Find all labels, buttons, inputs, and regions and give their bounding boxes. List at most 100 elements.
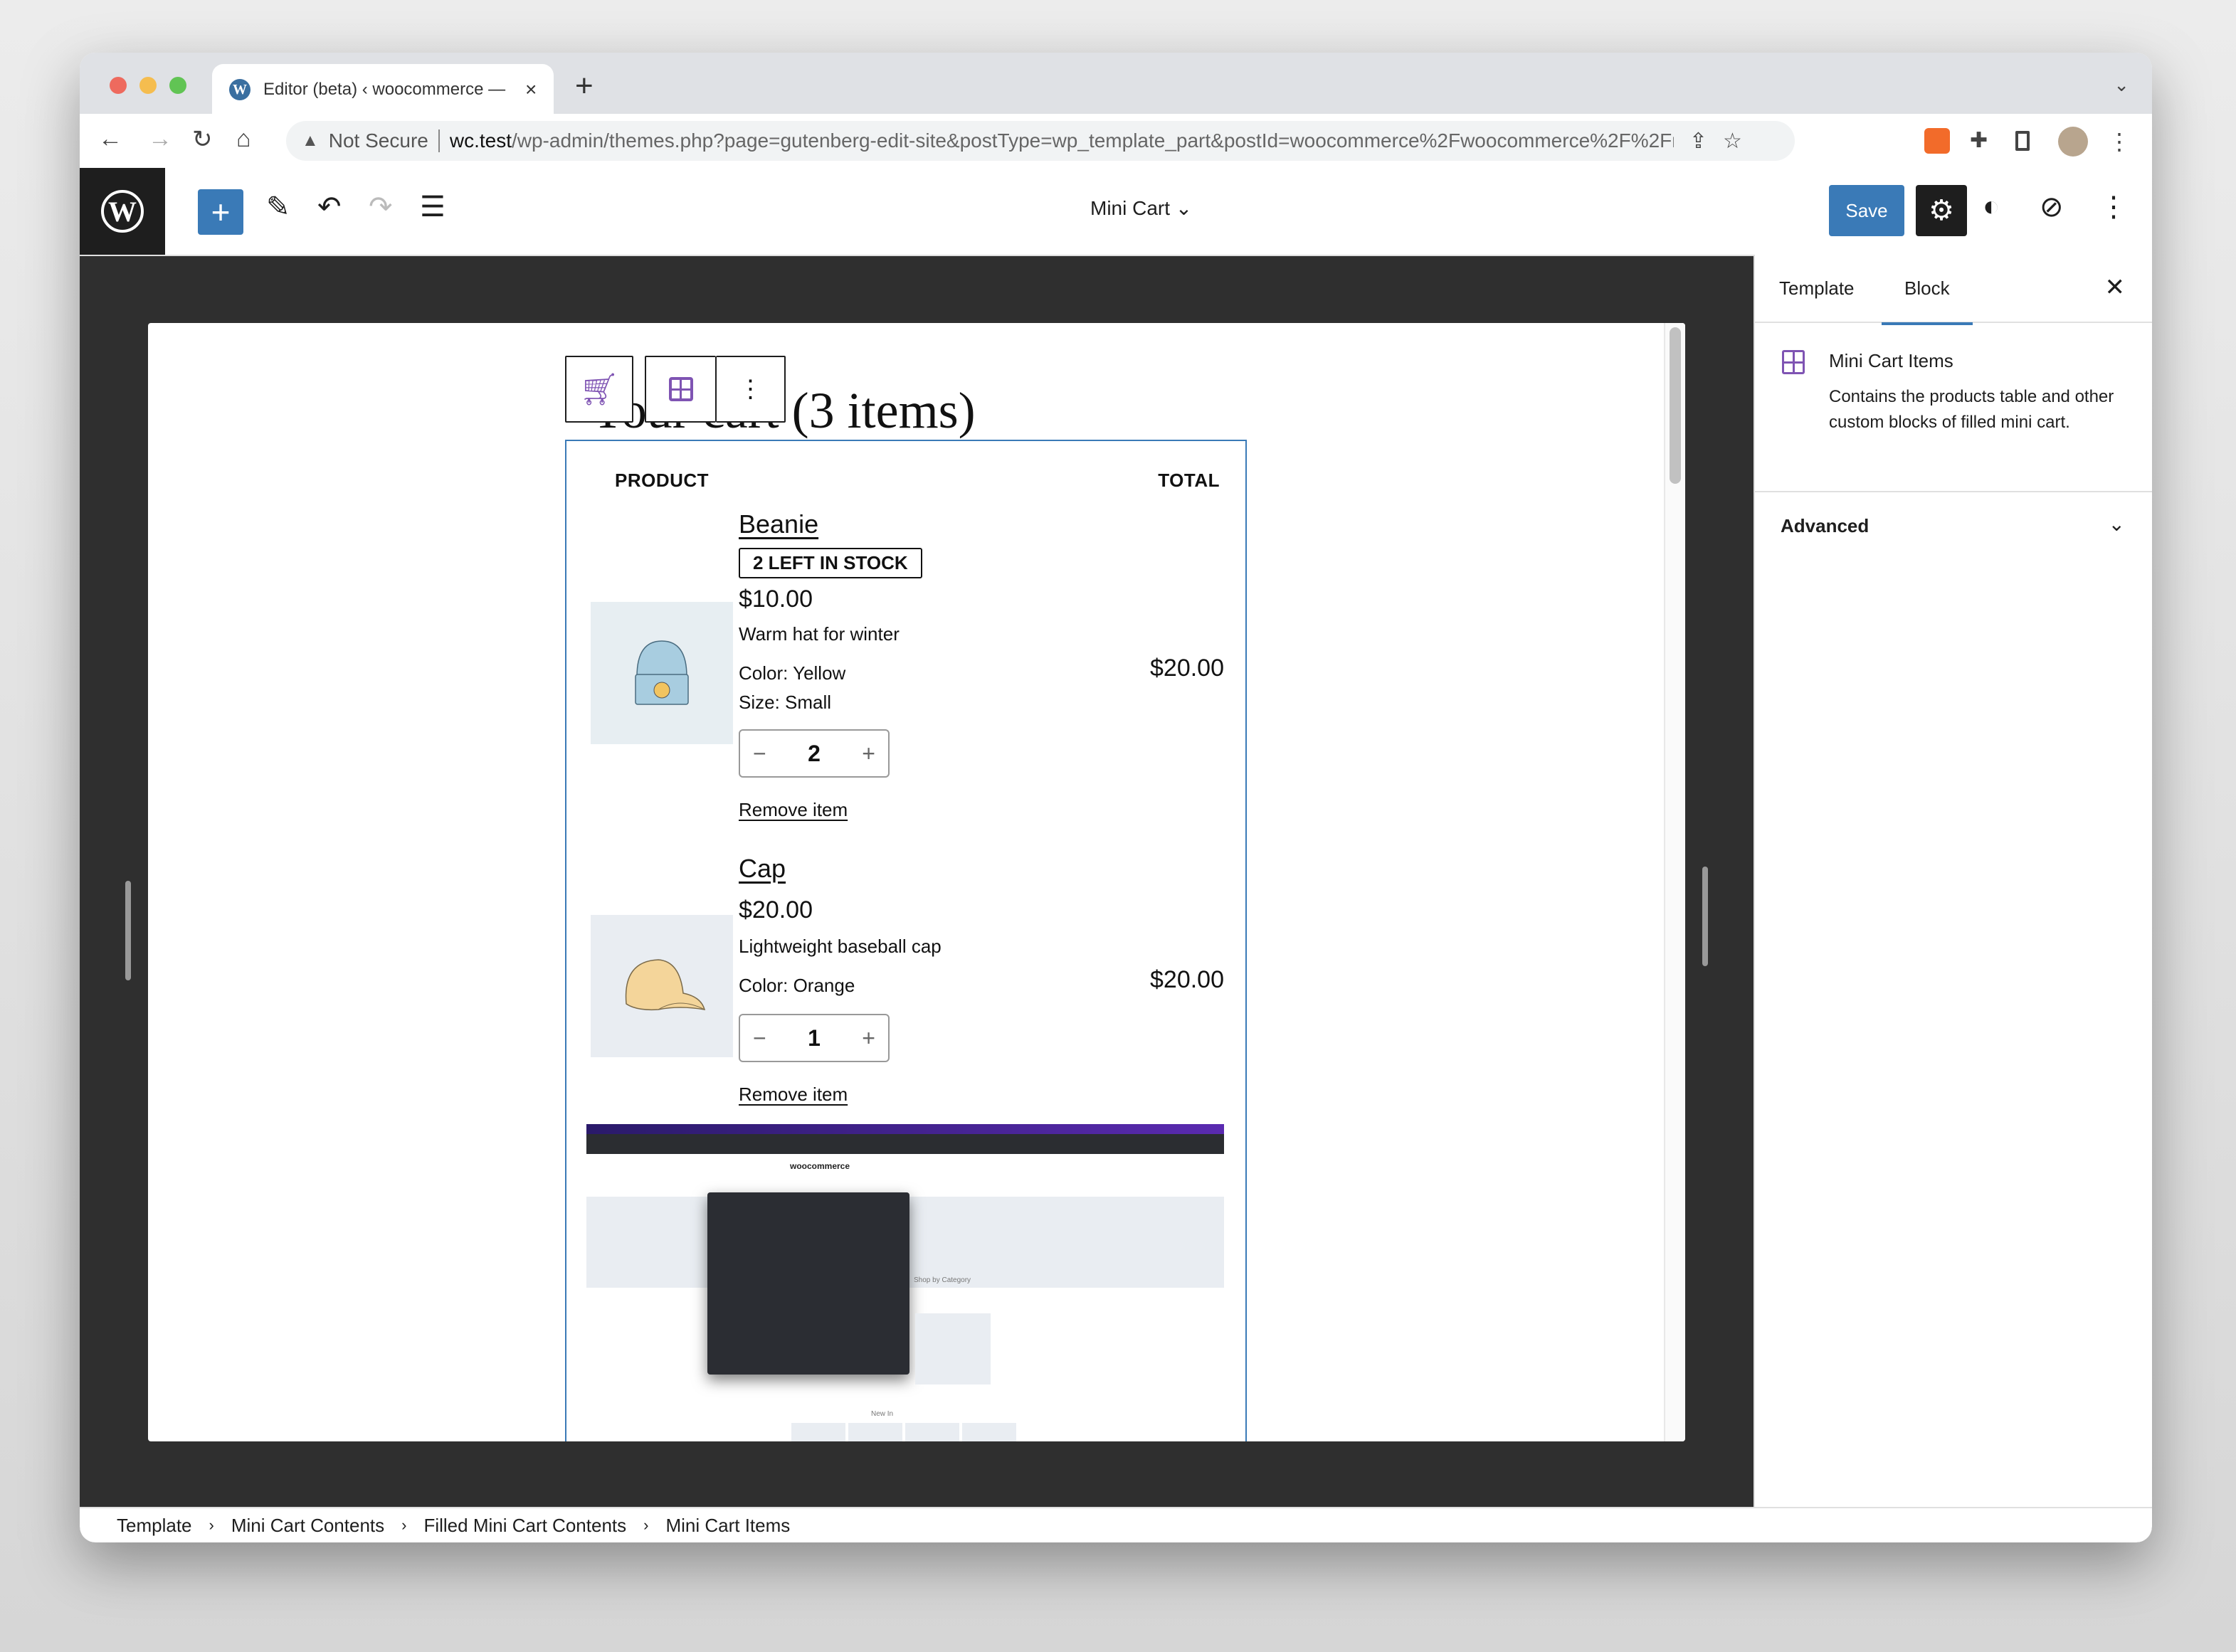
back-icon[interactable]: ← [98,125,122,153]
quantity-value[interactable]: 2 [808,741,821,767]
profile-avatar[interactable] [2058,127,2088,157]
puzzle-extensions-icon[interactable]: ✚ [1970,128,1995,154]
more-vertical-icon: ⋮ [738,376,763,403]
redo-icon[interactable]: ↷ [369,191,393,223]
product-name-link[interactable]: Beanie [739,509,922,539]
tab-close-icon[interactable]: × [525,78,537,101]
url-host: wc.test [449,129,512,152]
block-card: Mini Cart Items Contains the products ta… [1755,323,2152,492]
canvas-resize-handle-left[interactable] [125,881,131,980]
save-button[interactable]: Save [1829,185,1904,236]
product-price: $10.00 [739,586,813,613]
quantity-stepper: − 2 + [739,729,890,778]
new-in-heading: New In [871,1410,894,1418]
wordpress-logo-icon[interactable]: W [80,168,165,255]
quantity-value[interactable]: 1 [808,1025,821,1052]
close-icon[interactable]: ✕ [2105,273,2126,302]
tab-title: Editor (beta) ‹ woocommerce — [263,80,506,99]
browser-tab[interactable]: W Editor (beta) ‹ woocommerce — × [212,64,554,115]
url-path: /wp-admin/themes.php?page=gutenberg-edit… [511,129,1674,152]
block-description: Contains the products table and other cu… [1829,387,2114,432]
cart-item: Cap $20.00 Lightweight baseball cap Colo… [591,854,1224,1117]
tab-template[interactable]: Template [1779,277,1855,300]
canvas-resize-handle-right[interactable] [1702,867,1708,966]
block-options-button[interactable]: ⋮ [716,356,786,423]
product-name-link[interactable]: Cap [739,854,942,884]
forward-icon[interactable]: → [148,125,172,153]
scrollbar-thumb[interactable] [1670,327,1681,484]
tab-strip: W Editor (beta) ‹ woocommerce — × + ⌄ [80,53,2152,115]
sidebar-tabs: Template Block ✕ [1755,255,2152,325]
cap-illustration [625,959,706,1011]
advanced-label: Advanced [1781,515,1870,536]
increase-quantity-button[interactable]: + [862,741,875,767]
remove-item-link[interactable]: Remove item [739,799,922,821]
reload-icon[interactable]: ↻ [192,125,213,154]
breadcrumb-item[interactable]: Mini Cart Contents [231,1515,384,1537]
options-menu-icon[interactable]: ⋮ [2099,191,2128,223]
new-tab-button[interactable]: + [575,68,594,104]
cap-product-image[interactable] [591,915,733,1057]
increase-quantity-button[interactable]: + [862,1025,875,1052]
settings-sidebar: Template Block ✕ Mini Cart Items Contain… [1754,255,2152,1511]
block-toolbar: 🛒︎ ⋮ [565,356,786,423]
divider [438,129,440,152]
close-window-button[interactable] [110,77,127,94]
block-title: Mini Cart Items [1829,350,1953,371]
settings-gear-button[interactable]: ⚙ [1916,185,1967,236]
grid-block-icon [668,377,693,401]
list-view-icon[interactable]: ☰ [420,191,445,223]
canvas-scrollbar[interactable] [1664,323,1685,1441]
chevron-right-icon: › [209,1516,214,1534]
item-details: Cap $20.00 Lightweight baseball cap Colo… [739,854,942,1106]
stock-badge: 2 LEFT IN STOCK [739,548,922,578]
block-type-button[interactable] [645,356,716,423]
beanie-product-image[interactable] [591,602,733,744]
editor-canvas[interactable]: Your cart (3 items) 🛒︎ ⋮ PRODUCT TOTAL [148,323,1685,1441]
quantity-stepper: − 1 + [739,1014,890,1062]
undo-icon[interactable]: ↶ [317,191,342,223]
advanced-panel-toggle[interactable]: Advanced ⌄ [1755,492,2152,561]
document-title: Mini Cart [1090,197,1171,219]
minimize-window-button[interactable] [139,77,157,94]
product-description: Lightweight baseball cap [739,936,942,957]
product-price: $20.00 [739,896,813,923]
category-heading: Shop by Category [914,1276,971,1284]
extension-icon[interactable] [1924,128,1950,154]
breadcrumb-item[interactable]: Mini Cart Items [665,1515,790,1537]
wordpress-favicon-icon: W [229,79,251,100]
document-title-dropdown[interactable]: Mini Cart ⌄ [1090,196,1192,220]
column-header-total: TOTAL [1158,470,1220,491]
breadcrumb-item[interactable]: Template [117,1515,192,1537]
embedded-screenshot-image: woocommerce Shop by Category New In [586,1124,1224,1441]
share-icon[interactable]: ⇪ [1689,129,1707,154]
sidepanel-icon[interactable] [2015,131,2030,151]
decrease-quantity-button[interactable]: − [753,1025,766,1052]
browser-menu-icon[interactable]: ⋮ [2108,128,2134,154]
beanie-illustration [635,640,689,705]
decrease-quantity-button[interactable]: − [753,741,766,767]
product-attribute-size: Size: Small [739,692,832,713]
edit-pencil-icon[interactable]: ✎ [266,191,290,223]
editor-header: W + ✎ ↶ ↷ ☰ Mini Cart ⌄ Save ⚙ ◐ ⊘ ⋮ [80,168,2152,256]
add-block-button[interactable]: + [198,189,243,235]
zoom-window-button[interactable] [169,77,186,94]
home-icon[interactable]: ⌂ [236,125,251,153]
chevron-down-icon: ⌄ [1175,197,1193,219]
mini-cart-items-block[interactable]: PRODUCT TOTAL Beanie 2 LEFT IN STOCK $10… [565,440,1247,1441]
navigator-compass-icon[interactable]: ⊘ [2040,191,2064,223]
remove-item-link[interactable]: Remove item [739,1084,942,1106]
tab-block[interactable]: Block [1882,277,1972,325]
tab-search-chevron-icon[interactable]: ⌄ [2114,74,2129,96]
category-tile [915,1313,991,1384]
chevron-right-icon: › [401,1516,407,1534]
parent-mini-cart-button[interactable]: 🛒︎ [565,356,633,423]
warning-icon: ▲ [302,131,319,150]
overlapping-window [707,1192,909,1375]
line-total: $20.00 [1150,966,1224,993]
new-in-row [791,1423,1016,1441]
breadcrumb-item[interactable]: Filled Mini Cart Contents [423,1515,626,1537]
styles-contrast-icon[interactable]: ◐ [1983,191,2000,223]
bookmark-star-icon[interactable]: ☆ [1723,129,1742,154]
url-field[interactable]: ▲ Not Secure wc.test/wp-admin/themes.php… [286,121,1795,161]
